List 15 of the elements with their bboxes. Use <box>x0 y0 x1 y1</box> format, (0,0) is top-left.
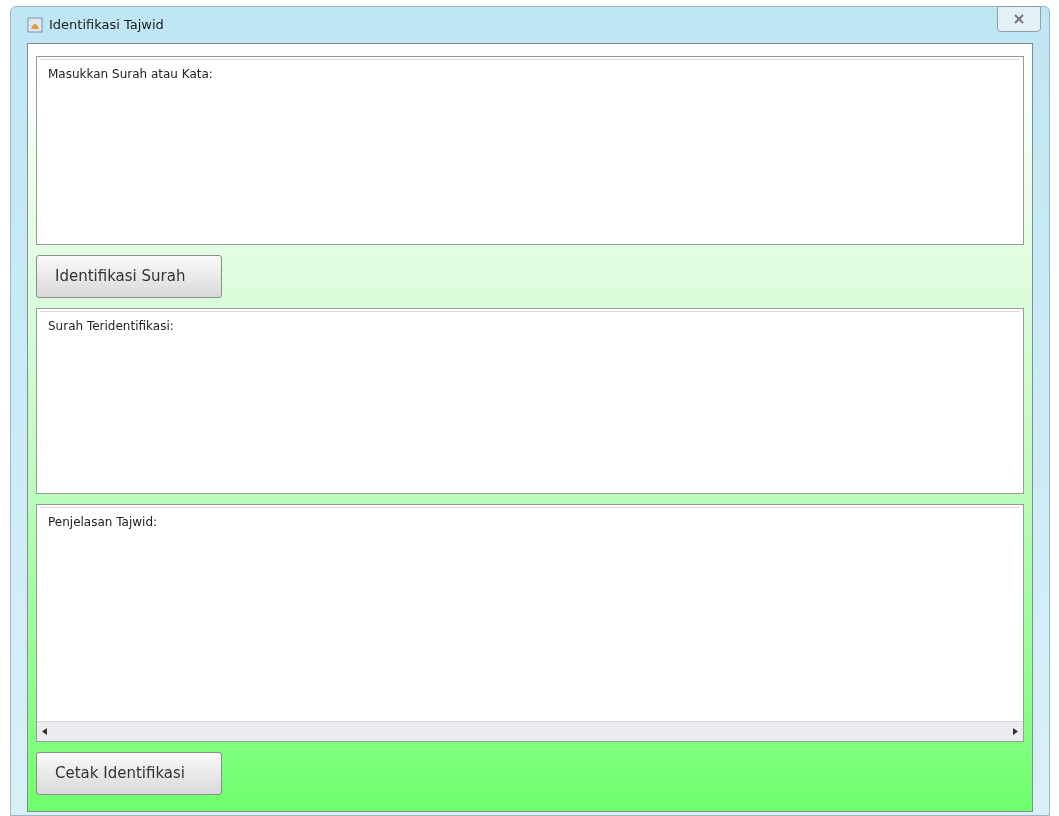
window-title: Identifikasi Tajwid <box>49 16 164 35</box>
action-button[interactable]: Identifikasi Surah <box>36 255 222 298</box>
text-area[interactable]: Masukkan Surah atau Kata: <box>36 56 1024 245</box>
horizontal-scrollbar[interactable] <box>37 721 1023 741</box>
scroll-left-icon[interactable] <box>42 728 47 735</box>
text-area[interactable]: Penjelasan Tajwid: <box>36 504 1024 742</box>
area-label: Masukkan Surah atau Kata: <box>48 67 213 81</box>
text-area[interactable]: Surah Teridentifikasi: <box>36 308 1024 494</box>
close-button[interactable] <box>997 6 1041 32</box>
scroll-right-icon[interactable] <box>1013 728 1018 735</box>
close-icon[interactable] <box>1014 14 1024 24</box>
app-icon <box>27 17 43 33</box>
action-button[interactable]: Cetak Identifikasi <box>36 752 222 795</box>
area-label: Surah Teridentifikasi: <box>48 319 174 333</box>
area-label: Penjelasan Tajwid: <box>48 515 158 529</box>
